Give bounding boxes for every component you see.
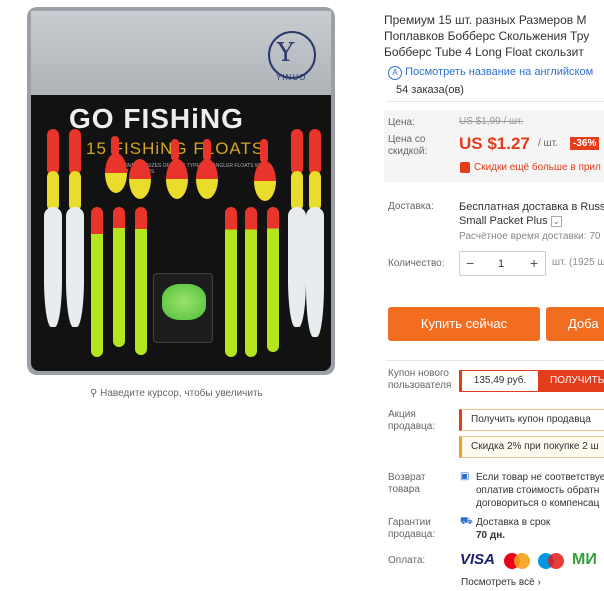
bobber (254, 161, 276, 201)
search-icon: ⚲ (90, 388, 98, 399)
returns-text-line: Если товар не соответствует (476, 472, 604, 483)
zoom-hint: ⚲ Наведите курсор, чтобы увеличить (90, 388, 263, 399)
bobber (129, 159, 151, 199)
mir-icon: МИ (572, 551, 597, 568)
returns-text-line: оплатив стоимость обратн (476, 485, 600, 496)
seller-promo-label: Акция продавца: (388, 409, 436, 432)
quantity-input[interactable]: 1 (498, 258, 504, 270)
visa-icon: VISA (460, 551, 496, 568)
float-top (291, 129, 303, 175)
divider (386, 101, 604, 102)
float-band (291, 171, 303, 211)
float-band (309, 171, 321, 211)
chevron-down-icon: ⌄ (550, 216, 562, 227)
product-image[interactable]: Y YINUO GO FISHiNG 15 FISHiNG FLOATS CON… (27, 7, 335, 375)
discount-price-label: Цена со скидкой: (388, 134, 428, 157)
old-price: US $1,99 / шт. (459, 116, 524, 127)
shipping-label: Доставка: (388, 201, 434, 212)
float-top (69, 129, 81, 175)
buy-now-button[interactable]: Купить сейчас (388, 307, 540, 341)
guarantee-label: Гарантии продавца: (388, 517, 436, 540)
rubber-stops (162, 284, 206, 320)
translate-title-link[interactable]: A Посмотреть название на английском (388, 66, 593, 80)
shipping-destination[interactable]: Бесплатная доставка в Russi (459, 201, 604, 213)
returns-label: Возврат товара (388, 472, 426, 495)
discount-badge: -36% (570, 137, 600, 150)
current-price: US $1.27 (459, 134, 530, 153)
quantity-stepper: − 1 + (459, 251, 546, 276)
float-body (66, 207, 84, 327)
delivery-truck-icon: ⛟ (460, 516, 473, 527)
plus-icon[interactable]: + (530, 255, 538, 271)
coupon-value: 135,49 руб. (459, 370, 539, 392)
maestro-icon (538, 551, 566, 569)
get-coupon-button[interactable]: ПОЛУЧИТЬ (539, 370, 604, 392)
quantity-label: Количество: (388, 258, 445, 269)
rubber-stops-pack (153, 273, 213, 343)
float-body (288, 207, 306, 327)
stick-float (267, 207, 279, 352)
price-label: Цена: (388, 117, 415, 128)
orders-count: 54 заказа(ов) (396, 84, 464, 96)
delivery-estimate: Расчётное время доставки: 70 (459, 231, 601, 242)
see-all-text: Посмотреть всё (461, 577, 535, 588)
product-package: Y YINUO GO FISHiNG 15 FISHiNG FLOATS CON… (31, 11, 331, 371)
translate-icon: A (388, 66, 402, 80)
translate-link-text: Посмотреть название на английском (405, 66, 594, 78)
float-top (47, 129, 59, 175)
zoom-hint-text: Наведите курсор, чтобы увеличить (100, 388, 263, 399)
bobber-tip (203, 139, 211, 161)
guarantee-days: 70 дн. (476, 530, 506, 541)
mastercard-icon (504, 551, 532, 569)
brand-logo-letter: Y (277, 38, 295, 68)
mobile-icon (460, 162, 470, 173)
return-policy-icon: ▣ (460, 471, 470, 482)
stick-float (135, 207, 147, 355)
bobber-tip (260, 139, 268, 163)
stock-count: шт. (1925 ш (552, 257, 604, 268)
stick-float (225, 207, 237, 357)
shipping-method-text: Small Packet Plus (459, 215, 548, 227)
bobber (166, 159, 188, 199)
float-top (309, 129, 321, 175)
guarantee-text: Доставка в срок (476, 517, 551, 528)
returns-text-line: договориться о компенсац (476, 498, 600, 509)
minus-icon[interactable]: − (466, 255, 474, 271)
brand-name: YINUO (276, 73, 307, 82)
payment-label: Оплата: (388, 555, 426, 566)
new-user-coupon-label: Купон нового пользователя (388, 368, 452, 391)
add-to-cart-button[interactable]: Доба (546, 307, 604, 341)
bobber-tip (171, 139, 179, 161)
divider (386, 360, 604, 361)
package-headline: GO FISHiNG (69, 103, 244, 134)
stick-float (113, 207, 125, 347)
float-band (47, 171, 59, 211)
product-title: Премиум 15 шт. разных Размеров М Поплавк… (384, 12, 604, 60)
price-unit: / шт. (538, 138, 558, 149)
app-discount-link[interactable]: Скидки ещё больше в прил (474, 162, 601, 173)
bulk-discount-offer: Скидка 2% при покупке 2 ш (459, 436, 604, 458)
see-all-payments-link[interactable]: Посмотреть всё › (461, 577, 541, 588)
shipping-method[interactable]: Small Packet Plus ⌄ (459, 215, 562, 227)
seller-coupon-button[interactable]: Получить купон продавца (459, 409, 604, 431)
bobber (196, 159, 218, 199)
chevron-right-icon: › (537, 577, 541, 588)
product-title-line: Премиум 15 шт. разных Размеров М (384, 13, 587, 27)
float-body (44, 207, 62, 327)
bobber (105, 153, 127, 193)
float-band (69, 171, 81, 211)
stick-float (245, 207, 257, 357)
product-title-line: Бобберс Tube 4 Long Float скользит (384, 45, 584, 59)
float-body (306, 207, 324, 337)
product-title-line: Поплавков Бобберс Скольжения Тру (384, 29, 590, 43)
bobber-tip (111, 136, 119, 156)
stick-float (91, 207, 103, 357)
